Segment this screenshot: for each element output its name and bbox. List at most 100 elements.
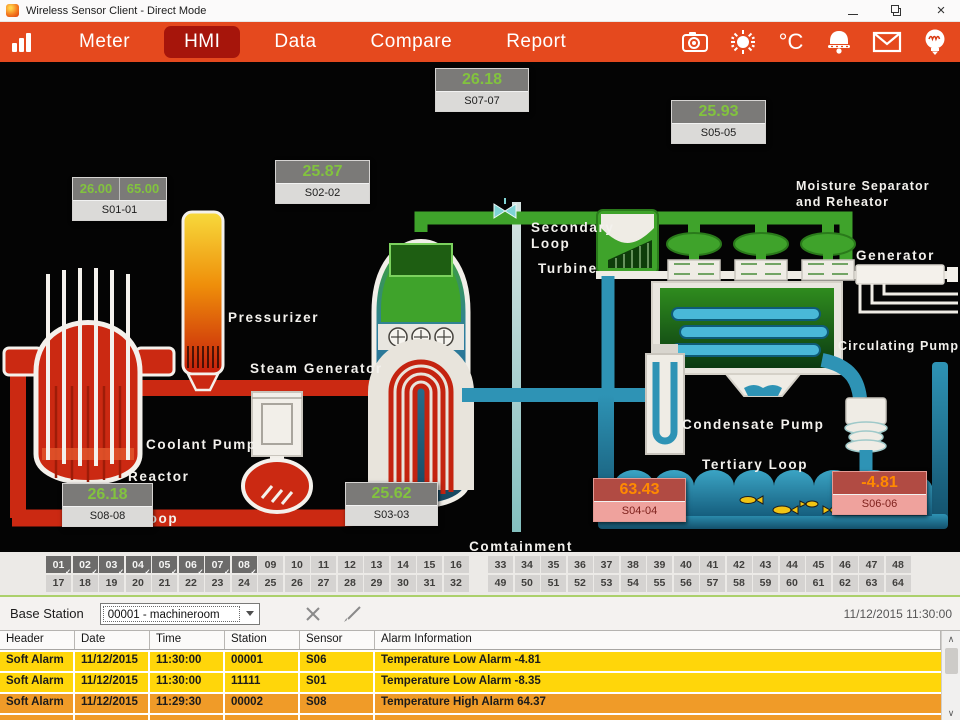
station-cell-36[interactable]: 36 bbox=[568, 556, 593, 573]
minimize-button[interactable] bbox=[846, 4, 860, 18]
bar-chart-icon[interactable] bbox=[12, 32, 31, 52]
station-cell-20[interactable]: 20 bbox=[126, 575, 151, 592]
station-cell-47[interactable]: 47 bbox=[859, 556, 884, 573]
column-header-time[interactable]: Time bbox=[150, 631, 225, 649]
station-cell-12[interactable]: 12 bbox=[338, 556, 363, 573]
tab-report[interactable]: Report bbox=[486, 26, 586, 58]
station-cell-56[interactable]: 56 bbox=[674, 575, 699, 592]
station-cell-60[interactable]: 60 bbox=[780, 575, 805, 592]
station-cell-14[interactable]: 14 bbox=[391, 556, 416, 573]
sensor-overlay-s01[interactable]: 26.00 65.00 S01-01 bbox=[72, 177, 167, 221]
edit-pencil-icon[interactable] bbox=[342, 605, 362, 623]
station-cell-22[interactable]: 22 bbox=[179, 575, 204, 592]
station-cell-33[interactable]: 33 bbox=[488, 556, 513, 573]
station-cell-58[interactable]: 58 bbox=[727, 575, 752, 592]
brightness-icon[interactable] bbox=[728, 28, 758, 56]
tab-compare[interactable]: Compare bbox=[351, 26, 473, 58]
station-cell-19[interactable]: 19 bbox=[99, 575, 124, 592]
station-cell-27[interactable]: 27 bbox=[311, 575, 336, 592]
station-cell-34[interactable]: 34 bbox=[515, 556, 540, 573]
celsius-icon[interactable]: °C bbox=[776, 28, 806, 56]
sensor-overlay-s04[interactable]: 63.43 S04-04 bbox=[593, 478, 686, 522]
station-cell-07[interactable]: 07✓ bbox=[205, 556, 230, 573]
station-cell-48[interactable]: 48 bbox=[886, 556, 911, 573]
sensor-overlay-s06[interactable]: -4.81 S06-06 bbox=[832, 471, 927, 515]
station-cell-02[interactable]: 02✓ bbox=[73, 556, 98, 573]
alarm-row[interactable]: Soft Alarm11/12/201511:29:3000002S08Temp… bbox=[0, 694, 941, 713]
station-cell-18[interactable]: 18 bbox=[73, 575, 98, 592]
station-cell-35[interactable]: 35 bbox=[541, 556, 566, 573]
station-cell-39[interactable]: 39 bbox=[647, 556, 672, 573]
tab-data[interactable]: Data bbox=[254, 26, 336, 58]
station-cell-03[interactable]: 03✓ bbox=[99, 556, 124, 573]
station-cell-06[interactable]: 06✓ bbox=[179, 556, 204, 573]
station-cell-15[interactable]: 15 bbox=[417, 556, 442, 573]
alarm-row-partial[interactable] bbox=[0, 715, 941, 720]
station-cell-16[interactable]: 16 bbox=[444, 556, 469, 573]
station-cell-05[interactable]: 05✓ bbox=[152, 556, 177, 573]
station-cell-09[interactable]: 09 bbox=[258, 556, 283, 573]
station-cell-51[interactable]: 51 bbox=[541, 575, 566, 592]
mail-icon[interactable] bbox=[872, 28, 902, 56]
station-cell-41[interactable]: 41 bbox=[700, 556, 725, 573]
sensor-overlay-s08[interactable]: 26.18 S08-08 bbox=[62, 483, 153, 527]
station-cell-01[interactable]: 01✓ bbox=[46, 556, 71, 573]
station-cell-42[interactable]: 42 bbox=[727, 556, 752, 573]
station-cell-57[interactable]: 57 bbox=[700, 575, 725, 592]
station-cell-04[interactable]: 04✓ bbox=[126, 556, 151, 573]
station-cell-55[interactable]: 55 bbox=[647, 575, 672, 592]
sensor-overlay-s05[interactable]: 25.93 S05-05 bbox=[671, 100, 766, 144]
station-cell-25[interactable]: 25 bbox=[258, 575, 283, 592]
tab-hmi[interactable]: HMI bbox=[164, 26, 240, 58]
bulb-icon[interactable] bbox=[920, 28, 950, 56]
station-cell-52[interactable]: 52 bbox=[568, 575, 593, 592]
station-cell-17[interactable]: 17 bbox=[46, 575, 71, 592]
station-cell-21[interactable]: 21 bbox=[152, 575, 177, 592]
station-cell-53[interactable]: 53 bbox=[594, 575, 619, 592]
close-button[interactable]: × bbox=[934, 4, 948, 18]
station-cell-44[interactable]: 44 bbox=[780, 556, 805, 573]
alarm-bell-icon[interactable] bbox=[824, 28, 854, 56]
station-cell-59[interactable]: 59 bbox=[753, 575, 778, 592]
clear-button[interactable] bbox=[304, 605, 322, 623]
station-cell-08[interactable]: 08✓ bbox=[232, 556, 257, 573]
chevron-down-icon[interactable] bbox=[242, 604, 259, 624]
scroll-down-icon[interactable]: ∨ bbox=[948, 705, 955, 720]
station-cell-61[interactable]: 61 bbox=[806, 575, 831, 592]
station-cell-30[interactable]: 30 bbox=[391, 575, 416, 592]
sensor-overlay-s02[interactable]: 25.87 S02-02 bbox=[275, 160, 370, 204]
tab-meter[interactable]: Meter bbox=[59, 26, 150, 58]
station-cell-31[interactable]: 31 bbox=[417, 575, 442, 592]
station-cell-29[interactable]: 29 bbox=[364, 575, 389, 592]
sensor-overlay-s03[interactable]: 25.62 S03-03 bbox=[345, 482, 438, 526]
camera-icon[interactable] bbox=[680, 28, 710, 56]
station-cell-11[interactable]: 11 bbox=[311, 556, 336, 573]
station-cell-46[interactable]: 46 bbox=[833, 556, 858, 573]
column-header-header[interactable]: Header bbox=[0, 631, 75, 649]
station-cell-63[interactable]: 63 bbox=[859, 575, 884, 592]
station-cell-50[interactable]: 50 bbox=[515, 575, 540, 592]
column-header-sensor[interactable]: Sensor bbox=[300, 631, 375, 649]
base-station-select[interactable]: 00001 - machineroom bbox=[100, 603, 260, 625]
station-cell-23[interactable]: 23 bbox=[205, 575, 230, 592]
station-cell-54[interactable]: 54 bbox=[621, 575, 646, 592]
station-cell-64[interactable]: 64 bbox=[886, 575, 911, 592]
column-header-date[interactable]: Date bbox=[75, 631, 150, 649]
scroll-up-icon[interactable]: ∧ bbox=[948, 631, 955, 647]
restore-button[interactable] bbox=[890, 4, 904, 18]
station-cell-62[interactable]: 62 bbox=[833, 575, 858, 592]
sensor-overlay-s07[interactable]: 26.18 S07-07 bbox=[435, 68, 529, 112]
station-cell-38[interactable]: 38 bbox=[621, 556, 646, 573]
station-cell-49[interactable]: 49 bbox=[488, 575, 513, 592]
station-cell-43[interactable]: 43 bbox=[753, 556, 778, 573]
station-cell-40[interactable]: 40 bbox=[674, 556, 699, 573]
alarm-row[interactable]: Soft Alarm11/12/201511:30:0011111S01Temp… bbox=[0, 673, 941, 692]
station-cell-24[interactable]: 24 bbox=[232, 575, 257, 592]
station-cell-13[interactable]: 13 bbox=[364, 556, 389, 573]
station-cell-28[interactable]: 28 bbox=[338, 575, 363, 592]
station-cell-37[interactable]: 37 bbox=[594, 556, 619, 573]
station-cell-10[interactable]: 10 bbox=[285, 556, 310, 573]
station-cell-32[interactable]: 32 bbox=[444, 575, 469, 592]
table-scrollbar[interactable]: ∧ ∨ bbox=[941, 631, 960, 720]
scroll-thumb[interactable] bbox=[945, 648, 958, 674]
